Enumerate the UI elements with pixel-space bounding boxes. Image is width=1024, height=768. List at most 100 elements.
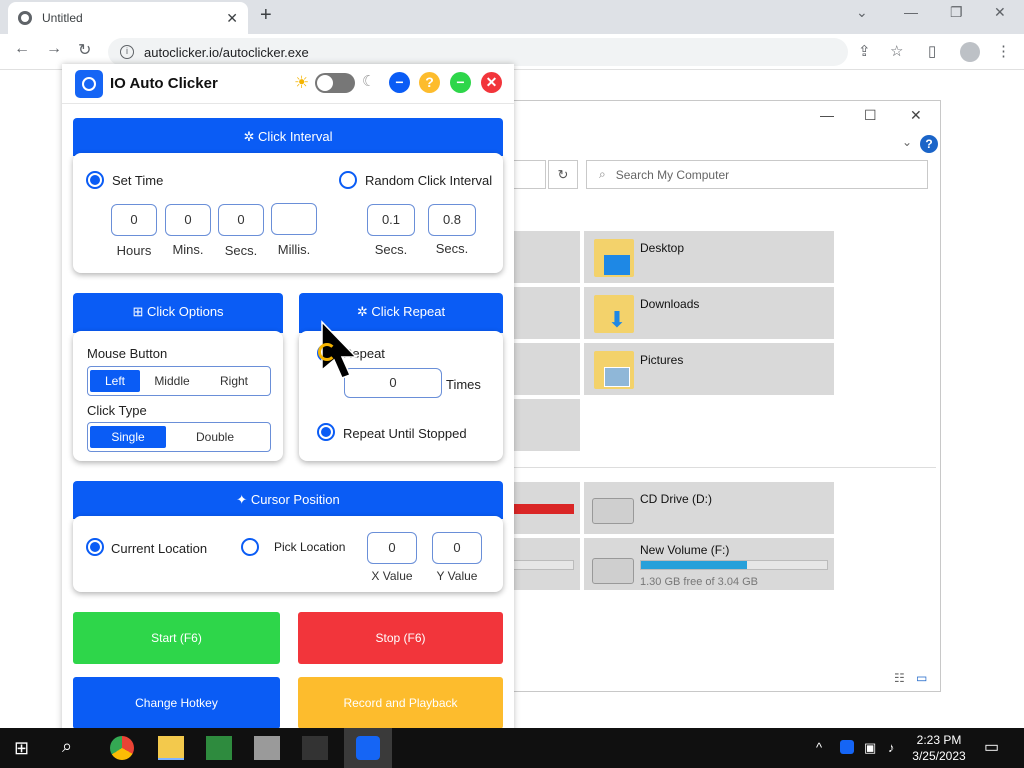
y-value-input[interactable]: 0: [432, 532, 482, 564]
network-icon[interactable]: ▣: [864, 740, 876, 756]
back-arrow-icon[interactable]: ←: [14, 40, 30, 58]
info-icon[interactable]: i: [120, 45, 134, 59]
random-interval-label: Random Click Interval: [365, 173, 493, 188]
active-app-highlight[interactable]: [344, 728, 392, 768]
cursor-position-title: Cursor Position: [250, 492, 340, 507]
share-icon[interactable]: ⇪: [858, 42, 871, 60]
stop-button[interactable]: Stop (F6): [298, 612, 503, 664]
chrome-icon[interactable]: [110, 736, 134, 760]
drive-cd[interactable]: CD Drive (D:): [584, 482, 834, 534]
drive-label: New Volume (F:): [640, 543, 730, 557]
folder-tile[interactable]: [506, 399, 580, 451]
folder-tile[interactable]: [506, 287, 580, 339]
mouse-right-option[interactable]: Right: [204, 370, 264, 392]
side-panel-icon[interactable]: ▯: [928, 42, 936, 60]
drive-tile[interactable]: [506, 482, 580, 534]
current-location-radio[interactable]: [86, 538, 104, 556]
secs-input[interactable]: 0: [218, 204, 264, 236]
cursor-position-card: Current Location Pick Location 0 0 X Val…: [73, 516, 503, 592]
search-icon[interactable]: ⌕: [62, 736, 72, 757]
file-explorer-window: — ☐ ✕ ⌄ ? ↻ ⌕ Search My Computer Desktop…: [505, 100, 941, 692]
click-interval-card: Set Time Random Click Interval 0 0 0 0.1…: [73, 153, 503, 273]
folder-icon: [594, 351, 634, 389]
file-explorer-icon[interactable]: [158, 736, 184, 760]
millis-input[interactable]: [271, 203, 317, 235]
x-value-input[interactable]: 0: [367, 532, 417, 564]
mouse-middle-option[interactable]: Middle: [140, 370, 204, 392]
explorer-minimize-button[interactable]: —: [820, 107, 834, 123]
folder-tile[interactable]: [506, 231, 580, 283]
start-button[interactable]: Start (F6): [73, 612, 280, 664]
click-interval-header: ✲ Click Interval: [73, 118, 503, 156]
drive-label: CD Drive (D:): [640, 492, 712, 506]
explorer-maximize-button[interactable]: ☐: [864, 107, 877, 124]
app-icon[interactable]: [302, 736, 328, 760]
details-view-icon[interactable]: ☷: [894, 671, 905, 685]
help-icon[interactable]: ?: [920, 135, 938, 153]
minimize-window-button[interactable]: —: [904, 4, 918, 20]
network-app-icon[interactable]: [254, 736, 280, 760]
tiles-view-icon[interactable]: ▭: [916, 671, 927, 685]
change-hotkey-button[interactable]: Change Hotkey: [73, 677, 280, 729]
random-interval-radio[interactable]: [339, 171, 357, 189]
chevron-down-icon[interactable]: ⌄: [856, 4, 868, 21]
auto-clicker-tray-icon[interactable]: [840, 740, 854, 754]
folder-downloads[interactable]: ⬇ Downloads: [584, 287, 834, 339]
spreadsheet-icon[interactable]: [206, 736, 232, 760]
drive-f[interactable]: New Volume (F:) 1.30 GB free of 3.04 GB: [584, 538, 834, 590]
app-logo-icon: [75, 70, 103, 98]
options-cursor-icon: ⊞: [132, 304, 147, 319]
hours-input[interactable]: 0: [111, 204, 157, 236]
set-time-radio[interactable]: [86, 171, 104, 189]
cd-drive-icon: [592, 498, 634, 524]
close-tab-icon[interactable]: ✕: [226, 10, 238, 27]
drive-usage-bar: [640, 560, 828, 570]
chevron-up-icon[interactable]: ^: [816, 740, 822, 755]
close-button[interactable]: ✕: [481, 72, 502, 93]
restore-window-button[interactable]: ❐: [950, 4, 963, 21]
forward-arrow-icon[interactable]: →: [46, 40, 62, 58]
loading-spinner-icon: [318, 343, 336, 361]
new-tab-button[interactable]: +: [260, 4, 272, 27]
notification-icon[interactable]: ▭: [984, 737, 999, 757]
help-button[interactable]: ?: [419, 72, 440, 93]
drive-tile[interactable]: [506, 538, 580, 590]
cursor-click-icon: ✲: [243, 129, 259, 144]
repeat-until-stopped-radio[interactable]: [317, 423, 335, 441]
folder-tile[interactable]: [506, 343, 580, 395]
x-value-label: X Value: [371, 569, 413, 583]
mins-input[interactable]: 0: [165, 204, 211, 236]
folder-desktop[interactable]: Desktop: [584, 231, 834, 283]
folder-pictures[interactable]: Pictures: [584, 343, 834, 395]
refresh-icon[interactable]: ↻: [548, 160, 578, 189]
double-click-option[interactable]: Double: [166, 426, 264, 448]
single-click-option[interactable]: Single: [90, 426, 166, 448]
taskbar: ⊞ ⌕ ^ ▣ ♪ 2:23 PM 3/25/2023 ▭: [0, 728, 1024, 768]
address-bar[interactable]: i autoclicker.io/autoclicker.exe: [108, 38, 848, 66]
reload-icon[interactable]: ↻: [78, 40, 91, 60]
times-label: Times: [446, 377, 481, 392]
windows-start-icon[interactable]: ⊞: [14, 738, 29, 759]
theme-toggle[interactable]: [315, 73, 355, 93]
click-repeat-title: Click Repeat: [371, 304, 446, 319]
random-max-label: Secs.: [435, 241, 469, 256]
browser-tab[interactable]: Untitled ✕: [8, 2, 248, 34]
volume-icon[interactable]: ♪: [888, 740, 895, 755]
maximize-button[interactable]: −: [450, 72, 471, 93]
menu-kebab-icon[interactable]: ⋮: [996, 42, 1011, 60]
chevron-down-icon[interactable]: ⌄: [902, 135, 912, 149]
explorer-close-button[interactable]: ✕: [910, 107, 922, 124]
secs-label: Secs.: [224, 243, 258, 258]
record-playback-button[interactable]: Record and Playback: [298, 677, 503, 729]
close-window-button[interactable]: ✕: [994, 4, 1006, 21]
profile-avatar[interactable]: [960, 42, 980, 62]
mouse-left-option[interactable]: Left: [90, 370, 140, 392]
random-max-input[interactable]: 0.8: [428, 204, 476, 236]
random-min-input[interactable]: 0.1: [367, 204, 415, 236]
minimize-button[interactable]: −: [389, 72, 410, 93]
explorer-search-input[interactable]: ⌕ Search My Computer: [586, 160, 928, 189]
bookmark-star-icon[interactable]: ☆: [890, 42, 903, 60]
clock[interactable]: 2:23 PM 3/25/2023: [908, 732, 970, 764]
divider: [506, 467, 936, 468]
pick-location-radio[interactable]: [241, 538, 259, 556]
